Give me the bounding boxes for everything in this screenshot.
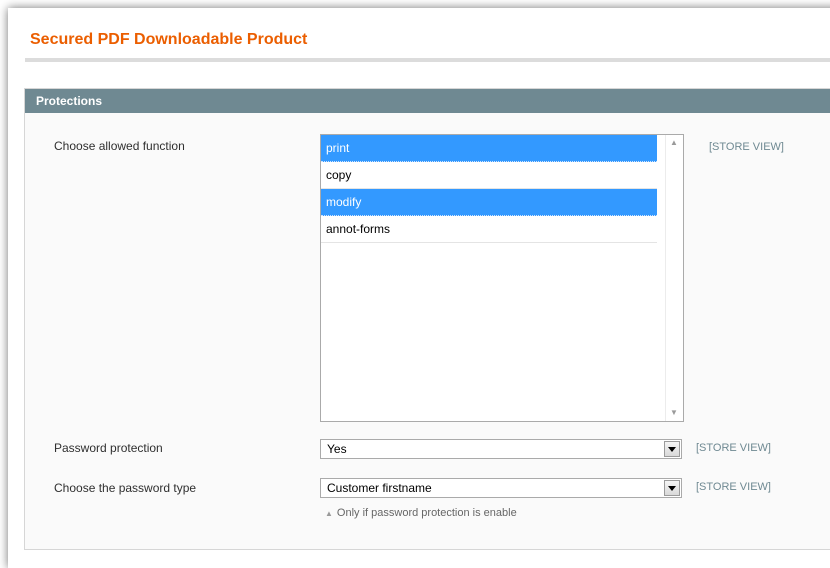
scroll-down-arrow-icon[interactable]: ▼ <box>670 409 678 417</box>
allowed-function-label: Choose allowed function <box>54 139 185 153</box>
multiselect-scrollbar[interactable]: ▲ ▼ <box>665 135 683 421</box>
option-annot-forms[interactable]: annot-forms <box>321 216 657 243</box>
password-type-label: Choose the password type <box>54 481 197 495</box>
password-type-value: Customer firstname <box>327 481 432 495</box>
chevron-down-icon[interactable] <box>664 480 680 496</box>
note-triangle-icon: ▲ <box>325 509 333 518</box>
option-modify[interactable]: modify <box>321 189 657 216</box>
fieldset-header[interactable]: Protections <box>25 89 830 113</box>
title-divider <box>25 58 830 62</box>
option-copy[interactable]: copy <box>321 162 657 189</box>
chevron-down-icon[interactable] <box>664 441 680 457</box>
allowed-function-scope: [STORE VIEW] <box>709 141 784 153</box>
password-protection-label: Password protection <box>54 441 163 455</box>
password-type-select[interactable]: Customer firstname <box>320 478 682 498</box>
protections-fieldset: Protections Choose allowed function prin… <box>24 88 830 550</box>
password-protection-scope: [STORE VIEW] <box>696 442 771 454</box>
scroll-up-arrow-icon[interactable]: ▲ <box>670 139 678 147</box>
password-type-scope: [STORE VIEW] <box>696 481 771 493</box>
password-type-note: ▲ Only if password protection is enable <box>325 507 517 519</box>
password-protection-value: Yes <box>327 442 347 456</box>
password-type-note-text: Only if password protection is enable <box>336 507 517 519</box>
page-title: Secured PDF Downloadable Product <box>30 31 308 48</box>
option-print[interactable]: print <box>321 135 657 162</box>
password-protection-select[interactable]: Yes <box>320 439 682 459</box>
allowed-function-multiselect[interactable]: print copy modify annot-forms ▲ ▼ <box>320 134 684 422</box>
